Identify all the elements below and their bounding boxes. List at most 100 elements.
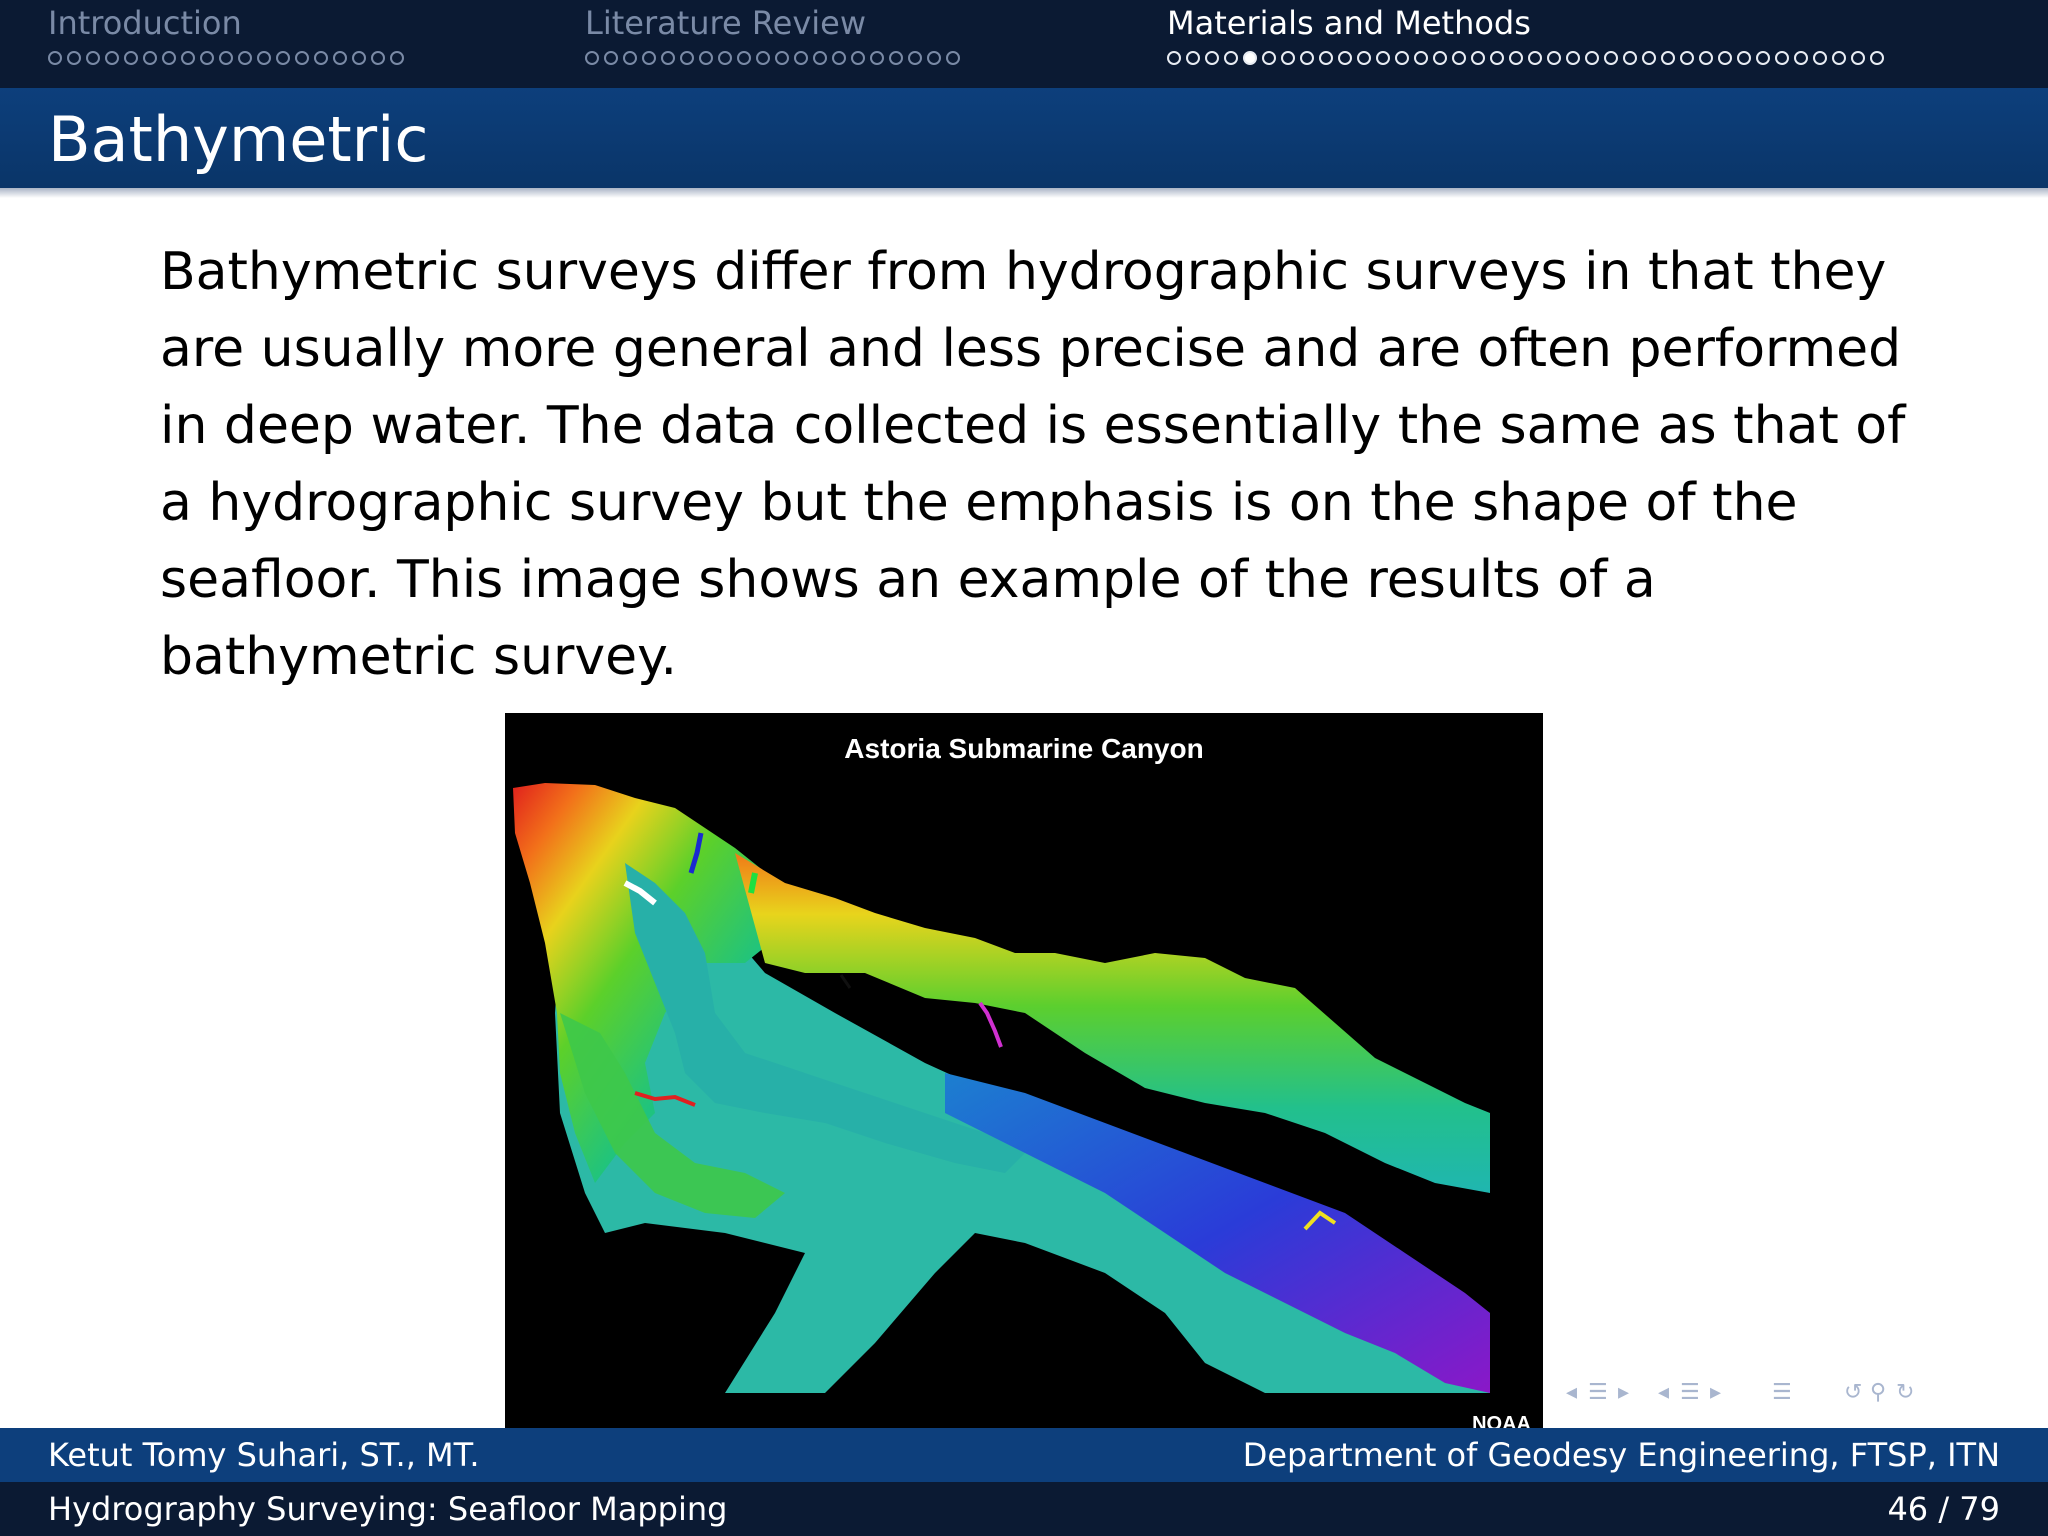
slide-dot[interactable] bbox=[1357, 51, 1371, 65]
slide-dot[interactable] bbox=[946, 51, 960, 65]
slide-dot[interactable] bbox=[927, 51, 941, 65]
slide-dot[interactable] bbox=[889, 51, 903, 65]
slide-dot[interactable] bbox=[1756, 51, 1770, 65]
slide-dot[interactable] bbox=[124, 51, 138, 65]
slide-dot[interactable] bbox=[1585, 51, 1599, 65]
slide-dot[interactable] bbox=[1338, 51, 1352, 65]
slide-dot[interactable] bbox=[105, 51, 119, 65]
back-icon[interactable]: ↺ bbox=[1844, 1380, 1862, 1405]
slide-dot[interactable] bbox=[1661, 51, 1675, 65]
slide-dot[interactable] bbox=[67, 51, 81, 65]
prev-subsection-icon[interactable]: ◂ bbox=[1658, 1380, 1669, 1405]
slide-dot[interactable] bbox=[1794, 51, 1808, 65]
nav-section-title[interactable]: Introduction bbox=[48, 4, 242, 42]
slide-dot[interactable] bbox=[661, 51, 675, 65]
current-slide-dot[interactable] bbox=[1243, 51, 1257, 65]
slide-dot[interactable] bbox=[352, 51, 366, 65]
bathymetry-figure: Astoria Submarine Canyon NOAA bbox=[505, 713, 1543, 1428]
slide-dot[interactable] bbox=[832, 51, 846, 65]
next-subsection-icon[interactable]: ▸ bbox=[1710, 1380, 1721, 1405]
slide-dots[interactable] bbox=[48, 50, 409, 72]
next-slide-icon[interactable]: ▸ bbox=[1618, 1380, 1629, 1405]
prev-slide-icon[interactable]: ◂ bbox=[1566, 1380, 1577, 1405]
subsection-list-icon[interactable]: ☰ bbox=[1680, 1380, 1700, 1405]
slide-dot[interactable] bbox=[390, 51, 404, 65]
slide-dot[interactable] bbox=[737, 51, 751, 65]
slide-dot[interactable] bbox=[1642, 51, 1656, 65]
paragraph-line: seafloor. This image shows an example of… bbox=[160, 550, 1656, 610]
slide-dot[interactable] bbox=[1414, 51, 1428, 65]
nav-section-title[interactable]: Materials and Methods bbox=[1167, 4, 1531, 42]
paragraph-line: are usually more general and less precis… bbox=[160, 319, 1902, 379]
slide-dot[interactable] bbox=[604, 51, 618, 65]
slide-dot[interactable] bbox=[200, 51, 214, 65]
slide-dots[interactable] bbox=[585, 50, 965, 72]
slide-dot[interactable] bbox=[699, 51, 713, 65]
slide-dot[interactable] bbox=[1224, 51, 1238, 65]
slide-dot[interactable] bbox=[257, 51, 271, 65]
slide-dot[interactable] bbox=[1281, 51, 1295, 65]
section-list-icon[interactable]: ☰ bbox=[1772, 1380, 1792, 1405]
slide-dot[interactable] bbox=[162, 51, 176, 65]
slide-dot[interactable] bbox=[1395, 51, 1409, 65]
slide-dot[interactable] bbox=[1262, 51, 1276, 65]
slide-list-icon[interactable]: ☰ bbox=[1588, 1380, 1608, 1405]
slide-dot[interactable] bbox=[238, 51, 252, 65]
slide-dot[interactable] bbox=[775, 51, 789, 65]
slide-dot[interactable] bbox=[813, 51, 827, 65]
slide-dot[interactable] bbox=[1699, 51, 1713, 65]
slide-dot[interactable] bbox=[295, 51, 309, 65]
slide-dot[interactable] bbox=[371, 51, 385, 65]
slide-dot[interactable] bbox=[1452, 51, 1466, 65]
slide-dot[interactable] bbox=[143, 51, 157, 65]
slide-dot[interactable] bbox=[333, 51, 347, 65]
slide-dot[interactable] bbox=[1186, 51, 1200, 65]
slide-dot[interactable] bbox=[1205, 51, 1219, 65]
slide-dot[interactable] bbox=[181, 51, 195, 65]
slide-dot[interactable] bbox=[1737, 51, 1751, 65]
slide-dot[interactable] bbox=[908, 51, 922, 65]
slide-dot[interactable] bbox=[1870, 51, 1884, 65]
slide-dot[interactable] bbox=[219, 51, 233, 65]
slide-dot[interactable] bbox=[623, 51, 637, 65]
slide-dot[interactable] bbox=[1604, 51, 1618, 65]
slide-dot[interactable] bbox=[1167, 51, 1181, 65]
slide-dot[interactable] bbox=[1566, 51, 1580, 65]
slide-dot[interactable] bbox=[276, 51, 290, 65]
slide-dots[interactable] bbox=[1167, 50, 1889, 72]
slide-dot[interactable] bbox=[1471, 51, 1485, 65]
search-icon[interactable]: ⚲ bbox=[1870, 1380, 1886, 1405]
paragraph-line: Bathymetric surveys differ from hydrogra… bbox=[160, 242, 1887, 302]
slide-dot[interactable] bbox=[1300, 51, 1314, 65]
nav-section-title[interactable]: Literature Review bbox=[585, 4, 866, 42]
slide-dot[interactable] bbox=[1528, 51, 1542, 65]
footer-institution: Department of Geodesy Engineering, FTSP,… bbox=[1242, 1436, 2000, 1474]
slide-dot[interactable] bbox=[1775, 51, 1789, 65]
slide-dot[interactable] bbox=[642, 51, 656, 65]
paragraph-line: in deep water. The data collected is ess… bbox=[160, 396, 1906, 456]
slide-dot[interactable] bbox=[1623, 51, 1637, 65]
slide-dot[interactable] bbox=[718, 51, 732, 65]
slide-dot[interactable] bbox=[1376, 51, 1390, 65]
slide-dot[interactable] bbox=[794, 51, 808, 65]
slide-dot[interactable] bbox=[851, 51, 865, 65]
slide-dot[interactable] bbox=[1851, 51, 1865, 65]
slide-dot[interactable] bbox=[1680, 51, 1694, 65]
slide-dot[interactable] bbox=[1813, 51, 1827, 65]
slide-dot[interactable] bbox=[86, 51, 100, 65]
slide-dot[interactable] bbox=[870, 51, 884, 65]
slide-dot[interactable] bbox=[314, 51, 328, 65]
slide-dot[interactable] bbox=[585, 51, 599, 65]
slide-dot[interactable] bbox=[1490, 51, 1504, 65]
slide-dot[interactable] bbox=[48, 51, 62, 65]
slide-dot[interactable] bbox=[1509, 51, 1523, 65]
slide-dot[interactable] bbox=[680, 51, 694, 65]
slide-dot[interactable] bbox=[756, 51, 770, 65]
slide-dot[interactable] bbox=[1547, 51, 1561, 65]
slide-dot[interactable] bbox=[1433, 51, 1447, 65]
slide-dot[interactable] bbox=[1319, 51, 1333, 65]
beamer-navigation-symbols: ◂ ☰ ▸ ◂ ☰ ▸ ☰ ↺ ⚲ ↻ bbox=[1562, 1380, 2042, 1414]
forward-icon[interactable]: ↻ bbox=[1896, 1380, 1914, 1405]
slide-dot[interactable] bbox=[1718, 51, 1732, 65]
slide-dot[interactable] bbox=[1832, 51, 1846, 65]
